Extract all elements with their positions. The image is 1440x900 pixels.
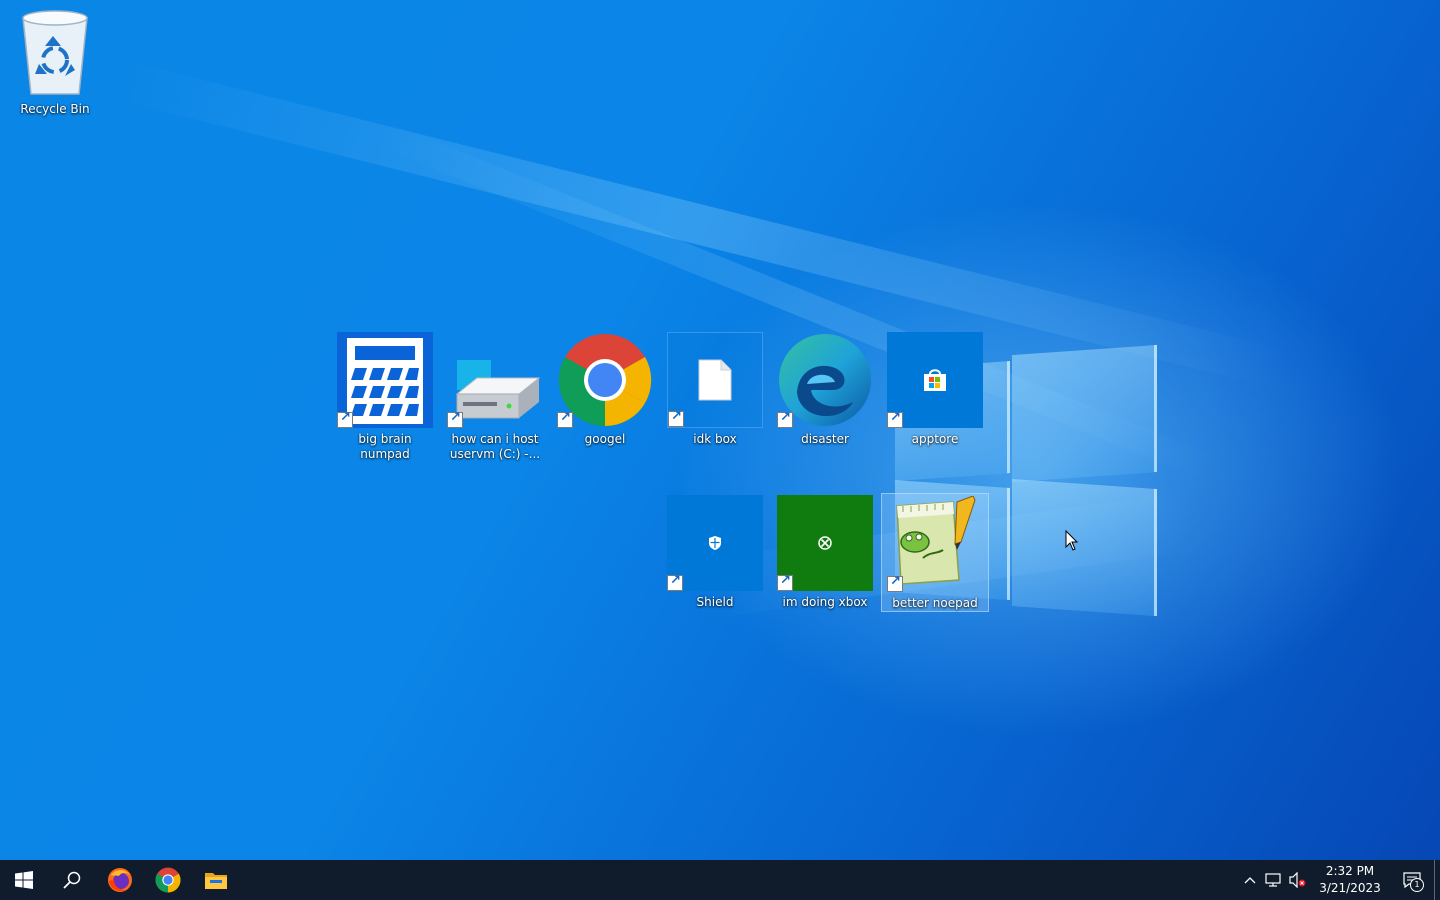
taskbar-firefox-button[interactable]	[96, 860, 144, 900]
start-button[interactable]	[0, 860, 48, 900]
volume-muted-icon	[1289, 872, 1306, 888]
desktop-icon-label: disaster	[801, 432, 849, 446]
folder-icon	[205, 873, 227, 889]
desktop-icon-shield[interactable]: Shield	[661, 493, 769, 610]
desktop-icon-disaster[interactable]: disaster	[771, 330, 879, 447]
taskbar: 2:32 PM 3/21/2023 1	[0, 860, 1440, 900]
system-tray: 2:32 PM 3/21/2023 1	[1238, 860, 1440, 900]
volume-button[interactable]	[1286, 860, 1310, 900]
edge-icon	[777, 332, 873, 428]
desktop-icon-label: how can i host uservm (C:) -...	[449, 432, 541, 461]
shortcut-arrow-icon	[887, 574, 903, 592]
clock-button[interactable]: 2:32 PM 3/21/2023	[1310, 860, 1390, 900]
network-button[interactable]	[1262, 860, 1286, 900]
blank-file-icon	[667, 332, 763, 428]
shortcut-arrow-icon	[337, 410, 353, 428]
desktop-icon-googel[interactable]: googel	[551, 330, 659, 447]
clock-date: 3/21/2023	[1319, 881, 1381, 895]
desktop-icon-drive[interactable]: how can i host uservm (C:) -...	[441, 330, 549, 462]
desktop-icon-apptore[interactable]: apptore	[881, 330, 989, 447]
desktop-icon-big-brain-numpad[interactable]: big brain numpad	[331, 330, 439, 462]
clock-time: 2:32 PM	[1325, 864, 1375, 878]
shortcut-arrow-icon	[557, 410, 573, 428]
shortcut-arrow-icon	[887, 410, 903, 428]
shortcut-arrow-icon	[777, 410, 793, 428]
xbox-icon	[777, 495, 873, 591]
desktop-icon-label: Recycle Bin	[20, 102, 90, 116]
desktop-icon-recycle-bin[interactable]: Recycle Bin	[1, 6, 109, 117]
desktop-icon-label: googel	[584, 432, 626, 446]
chrome-icon	[155, 867, 181, 893]
notification-count-badge: 1	[1410, 878, 1424, 892]
shortcut-arrow-icon	[667, 573, 683, 591]
firefox-icon	[108, 868, 132, 892]
taskbar-chrome-button[interactable]	[144, 860, 192, 900]
action-center-button[interactable]: 1	[1390, 860, 1434, 900]
search-icon	[63, 871, 81, 889]
chrome-icon	[557, 332, 653, 428]
shortcut-arrow-icon	[668, 409, 684, 427]
desktop-icon-label: big brain numpad	[358, 432, 412, 461]
windows-start-icon	[15, 871, 33, 889]
desktop-icon-xbox[interactable]: im doing xbox	[771, 493, 879, 610]
store-icon	[887, 332, 983, 428]
shortcut-arrow-icon	[777, 573, 793, 591]
mouse-cursor-icon	[1065, 530, 1079, 551]
shield-icon	[667, 495, 763, 591]
chevron-up-icon	[1244, 877, 1256, 884]
desktop-icon-better-noepad[interactable]: better noepad	[881, 493, 989, 612]
notepad-plus-plus-icon	[887, 496, 983, 592]
network-icon	[1265, 873, 1281, 887]
desktop[interactable]: Recycle Bin big brain numpad	[0, 0, 1440, 860]
shortcut-arrow-icon	[447, 410, 463, 428]
recycle-bin-icon	[15, 8, 95, 98]
calculator-icon	[337, 332, 433, 428]
desktop-icon-label: apptore	[911, 432, 959, 446]
desktop-icon-idk-box[interactable]: idk box	[661, 330, 769, 447]
desktop-icon-label: im doing xbox	[782, 595, 868, 609]
taskbar-file-explorer-button[interactable]	[192, 860, 240, 900]
show-hidden-icons-button[interactable]	[1238, 860, 1262, 900]
desktop-icon-label: better noepad	[892, 596, 978, 610]
show-desktop-button[interactable]	[1434, 860, 1440, 900]
desktop-icon-label: Shield	[696, 595, 734, 609]
desktop-icon-label: idk box	[693, 432, 737, 446]
search-button[interactable]	[48, 860, 96, 900]
drive-icon	[447, 332, 543, 428]
